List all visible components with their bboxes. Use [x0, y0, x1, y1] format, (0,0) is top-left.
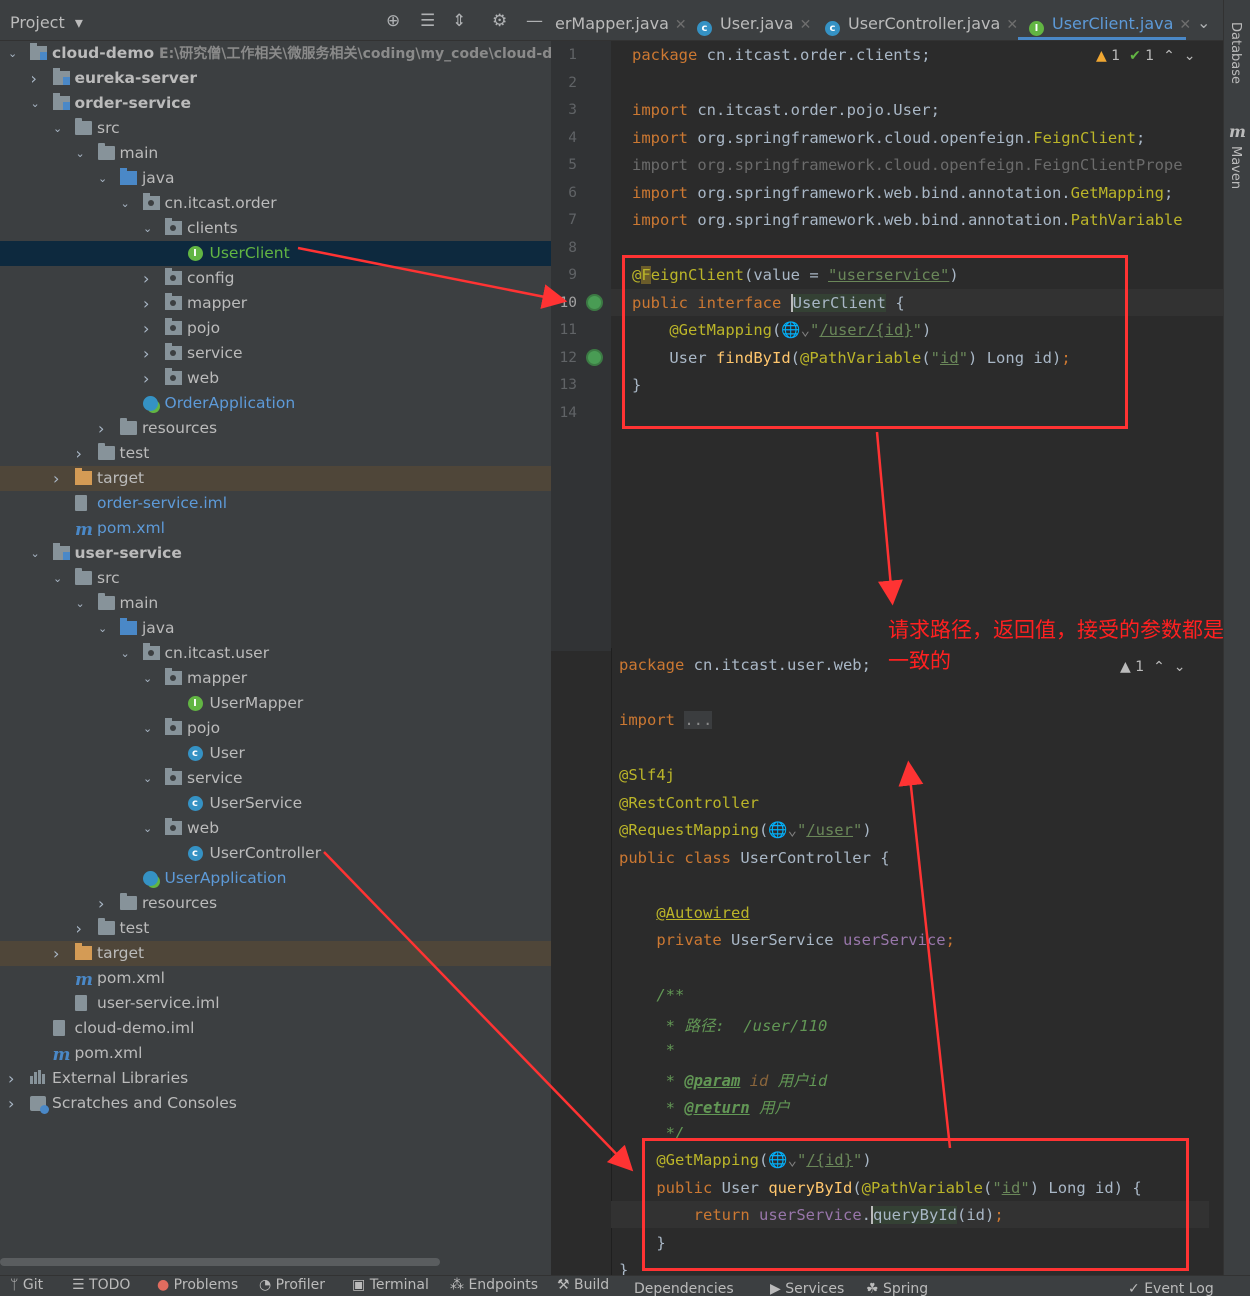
- annotation-arrows: [297, 246, 952, 1172]
- arrow: [898, 760, 952, 1149]
- arrow: [297, 246, 568, 309]
- arrow: [323, 851, 634, 1172]
- arrow: [875, 431, 903, 606]
